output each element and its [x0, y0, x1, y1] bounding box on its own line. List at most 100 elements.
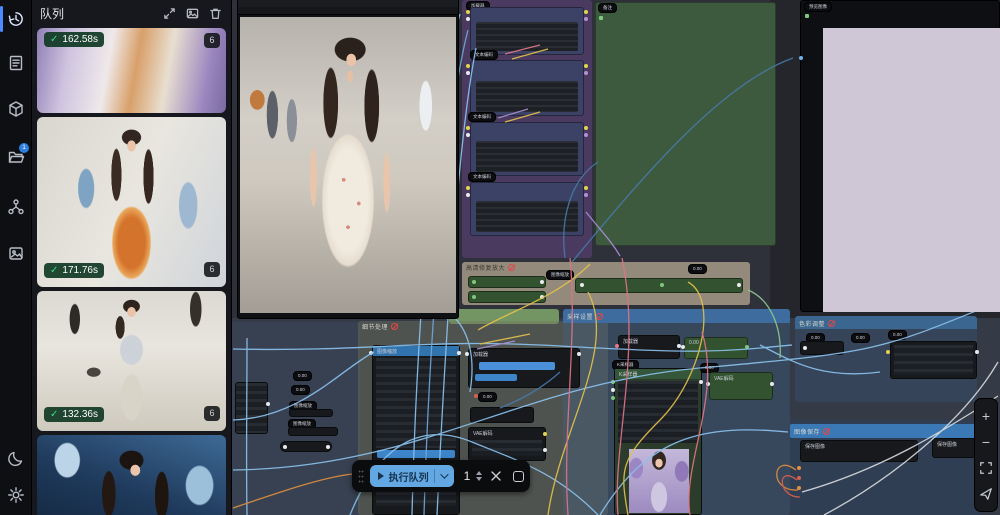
small-node[interactable]: [235, 382, 268, 434]
port[interactable]: [466, 71, 470, 75]
port[interactable]: [737, 283, 741, 287]
drag-handle-icon[interactable]: [358, 469, 364, 483]
note-node[interactable]: [595, 2, 776, 246]
port[interactable]: [472, 295, 476, 299]
port[interactable]: [681, 345, 685, 349]
port[interactable]: [466, 10, 470, 14]
port[interactable]: [584, 10, 588, 14]
prompt-node[interactable]: [470, 122, 584, 176]
fit-view-button[interactable]: [976, 458, 996, 478]
port[interactable]: [886, 350, 890, 354]
port[interactable]: [540, 295, 544, 299]
bypass-icon[interactable]: [823, 428, 830, 435]
port[interactable]: [611, 388, 615, 392]
node-header[interactable]: 加载器: [469, 349, 579, 359]
port[interactable]: [465, 352, 469, 356]
node-collapsed[interactable]: 0.00: [688, 264, 707, 274]
zoom-out-button[interactable]: −: [976, 432, 996, 452]
widget-rows[interactable]: [376, 358, 456, 448]
queue-item[interactable]: ✓ 171.76s 6: [37, 117, 226, 287]
port[interactable]: [584, 71, 588, 75]
port[interactable]: [580, 283, 584, 287]
group-header[interactable]: 色彩调整: [795, 316, 977, 329]
widget-button[interactable]: [377, 450, 455, 458]
port[interactable]: [540, 280, 544, 284]
preview-node-center[interactable]: [237, 0, 459, 319]
port[interactable]: [584, 186, 588, 190]
sidebar-item-gallery[interactable]: [0, 238, 32, 268]
queue-item[interactable]: ✓ 132.36s 6: [37, 291, 226, 431]
port[interactable]: [466, 186, 470, 190]
widget-rows[interactable]: [472, 440, 542, 456]
node-header[interactable]: 加载器: [619, 336, 679, 346]
port[interactable]: [611, 380, 615, 384]
port[interactable]: [805, 14, 809, 18]
preview-node-right[interactable]: 预览图像: [800, 0, 1000, 312]
prompt-node[interactable]: [470, 7, 584, 55]
sidebar-item-model-library[interactable]: [0, 94, 32, 124]
queue-item[interactable]: [37, 435, 226, 515]
port[interactable]: [457, 351, 461, 355]
node-header[interactable]: VAE解码: [710, 373, 772, 383]
clear-history-button[interactable]: [208, 6, 223, 21]
port[interactable]: [770, 382, 774, 386]
prompt-text[interactable]: [476, 141, 578, 172]
port[interactable]: [797, 476, 801, 480]
node-header[interactable]: VAE解码: [469, 428, 545, 438]
port[interactable]: [584, 133, 588, 137]
bypass-icon[interactable]: [508, 264, 515, 271]
batch-count-stepper[interactable]: [476, 471, 482, 481]
port[interactable]: [584, 126, 588, 130]
port[interactable]: [797, 466, 801, 470]
bypass-icon[interactable]: [828, 320, 835, 327]
port[interactable]: [797, 486, 801, 490]
node-collapsed[interactable]: 0.00: [478, 392, 497, 402]
node-collapsed[interactable]: 文本编码: [468, 172, 496, 182]
collapsed-node[interactable]: [289, 409, 333, 417]
prompt-text[interactable]: [476, 22, 578, 51]
sidebar-item-workflows[interactable]: 1: [0, 142, 32, 172]
bypass-icon[interactable]: [596, 313, 603, 320]
port[interactable]: [611, 396, 615, 400]
port[interactable]: [472, 280, 476, 284]
port[interactable]: [466, 193, 470, 197]
widget-button[interactable]: [475, 374, 517, 381]
node-header[interactable]: 图像缩放: [373, 346, 459, 356]
port[interactable]: [599, 16, 603, 20]
collapsed-node[interactable]: [468, 291, 546, 303]
prompt-text[interactable]: [476, 81, 578, 112]
port[interactable]: [466, 133, 470, 137]
port[interactable]: [745, 345, 749, 349]
small-node[interactable]: 保存图像: [800, 440, 918, 462]
sampler-node[interactable]: K采样器: [614, 368, 702, 515]
batch-count-value[interactable]: 1: [460, 469, 471, 483]
port[interactable]: [584, 17, 588, 21]
expand-panel-button[interactable]: [162, 6, 177, 21]
port[interactable]: [660, 283, 664, 287]
node-collapsed[interactable]: 0.00: [851, 333, 870, 343]
port[interactable]: [369, 351, 373, 355]
group-header[interactable]: 采样设置: [563, 309, 790, 323]
prompt-text[interactable]: [476, 201, 578, 232]
prompt-node[interactable]: [470, 60, 584, 116]
collapsed-node[interactable]: [288, 427, 338, 436]
small-node[interactable]: 加载器: [618, 335, 680, 359]
sidebar-item-theme-toggle[interactable]: [0, 444, 32, 474]
step-down-icon[interactable]: [476, 477, 482, 481]
sidebar-item-node-map[interactable]: [0, 192, 32, 222]
port[interactable]: [706, 382, 710, 386]
small-node[interactable]: VAE解码: [709, 372, 773, 400]
run-queue-button[interactable]: 执行队列: [370, 465, 454, 487]
prompt-node[interactable]: [470, 182, 584, 236]
queue-item[interactable]: ✓ 162.58s 6: [37, 28, 226, 113]
port[interactable]: [975, 350, 979, 354]
port[interactable]: [283, 445, 287, 449]
small-node[interactable]: 0.00: [684, 337, 748, 359]
widget-rows[interactable]: [894, 345, 973, 375]
progress-node[interactable]: 加载器: [468, 348, 580, 388]
port[interactable]: [584, 193, 588, 197]
port[interactable]: [615, 344, 619, 348]
node-header[interactable]: 0.00: [685, 338, 747, 348]
sidebar-item-settings[interactable]: [0, 480, 32, 510]
port[interactable]: [584, 64, 588, 68]
